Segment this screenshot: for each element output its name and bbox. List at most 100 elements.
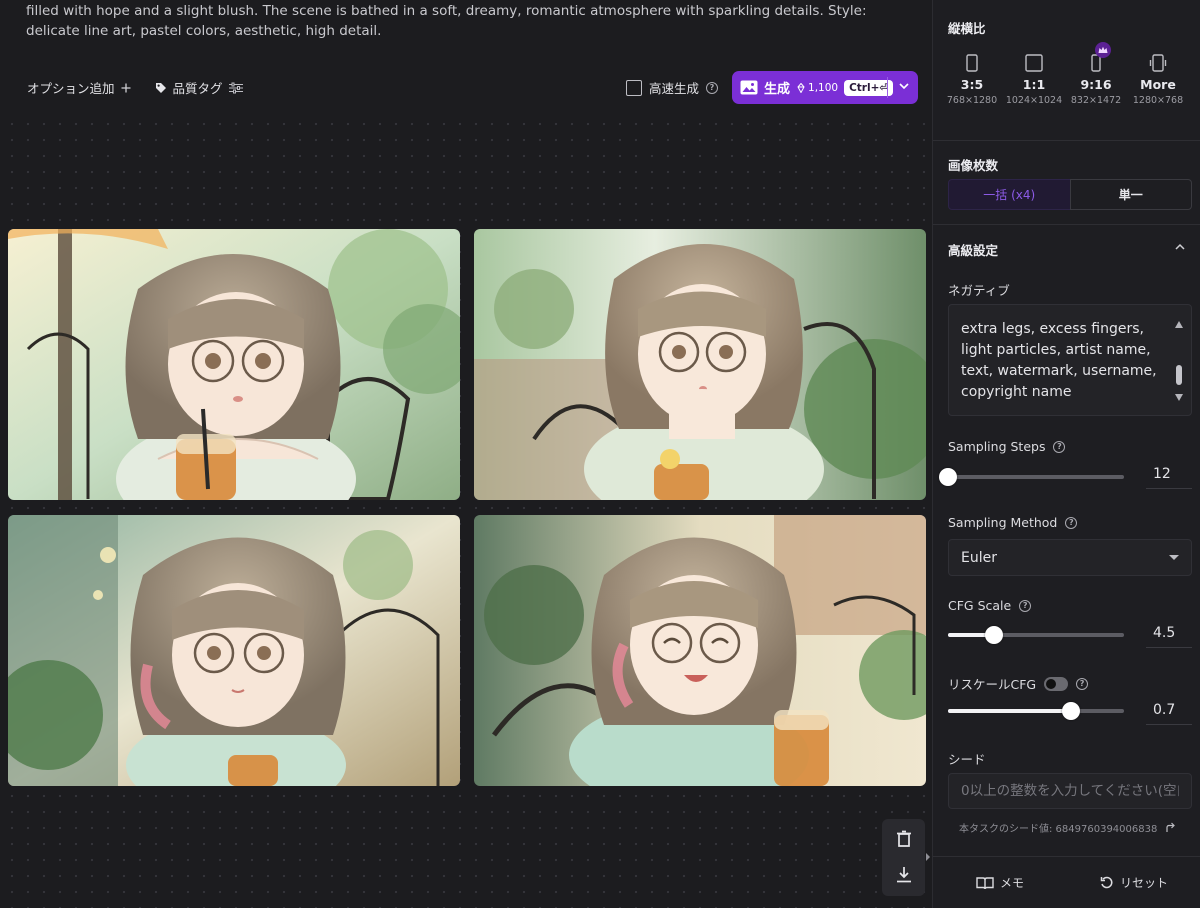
aspect-option-3-5[interactable]: 3:5 768×1280	[941, 52, 1003, 106]
sampling-method-value: Euler	[961, 549, 997, 566]
coin-icon	[797, 82, 805, 93]
memo-label: メモ	[999, 876, 1024, 890]
slider-knob[interactable]	[1062, 702, 1081, 720]
seed-input[interactable]	[948, 773, 1192, 809]
rescale-label: リスケールCFG ?	[948, 674, 1089, 693]
seed-note-text: 本タスクのシード値: 6849760394006838	[959, 824, 1158, 835]
help-icon[interactable]: ?	[1076, 677, 1089, 690]
cfg-label-text: CFG Scale	[948, 598, 1012, 613]
aspect-label: More	[1140, 77, 1176, 92]
chevron-up-icon[interactable]	[1174, 241, 1186, 253]
aspect-label: 3:5	[960, 77, 984, 92]
tag-icon	[155, 82, 166, 93]
image-icon	[740, 80, 758, 95]
aspect-option-1-1[interactable]: 1:1 1024×1024	[1003, 52, 1065, 106]
seed-label-text: シード	[948, 752, 986, 767]
memo-button[interactable]: メモ	[933, 857, 1067, 908]
seed-note: 本タスクのシード値: 6849760394006838	[959, 820, 1176, 835]
divider	[933, 140, 1200, 141]
quality-tag-label: 品質タグ	[172, 81, 223, 96]
negative-label-text: ネガティブ	[948, 283, 1010, 298]
negative-prompt-textarea[interactable]: extra legs, excess fingers, light partic…	[948, 304, 1192, 416]
cfg-label: CFG Scale ?	[948, 598, 1032, 613]
aspect-option-more[interactable]: More 1280×768	[1127, 52, 1189, 106]
slider-track	[948, 475, 1124, 479]
scroll-thumb[interactable]	[1176, 365, 1182, 385]
scroll-up-arrow-icon[interactable]	[1175, 321, 1183, 328]
generated-image-1[interactable]	[8, 229, 460, 500]
help-icon[interactable]: ?	[1053, 440, 1066, 453]
cfg-slider[interactable]	[948, 625, 1124, 645]
generate-button[interactable]: 生成 1,100 Ctrl+⏎	[732, 71, 918, 104]
method-label: Sampling Method ?	[948, 515, 1078, 530]
steps-label: Sampling Steps ?	[948, 439, 1066, 454]
sampling-method-select[interactable]: Euler	[948, 539, 1192, 576]
settings-panel: 縦横比 3:5 768×1280 1:1 1024×1024 9:16 832×…	[932, 0, 1200, 908]
generate-toolbar: 高速生成 ? 生成 1,100 Ctrl+⏎	[625, 71, 918, 104]
aspect-title: 縦横比	[948, 21, 986, 36]
main-workspace: filled with hope and a slight blush. The…	[0, 0, 932, 908]
add-option-label: オプション追加	[27, 81, 115, 96]
prompt-text[interactable]: filled with hope and a slight blush. The…	[26, 1, 916, 41]
steps-slider[interactable]	[939, 467, 1124, 487]
image-count-toggle: 一括 (x4) 単一	[948, 179, 1192, 210]
aspect-option-9-16[interactable]: 9:16 832×1472	[1065, 42, 1127, 106]
fast-gen-toggle[interactable]: 高速生成 ?	[625, 78, 718, 97]
steps-label-text: Sampling Steps	[948, 439, 1046, 454]
panel-footer: メモ リセット	[933, 856, 1200, 908]
fast-gen-label: 高速生成	[648, 81, 699, 96]
generate-label: 生成	[764, 82, 791, 97]
shortcut-badge: Ctrl+⏎	[844, 79, 894, 96]
negative-scrollbar[interactable]	[1175, 321, 1183, 401]
apply-seed-icon[interactable]	[1165, 822, 1176, 833]
advanced-title[interactable]: 高級設定	[948, 240, 998, 259]
help-icon[interactable]: ?	[706, 81, 718, 94]
seed-label: シード	[948, 749, 986, 768]
rescale-label-text: リスケールCFG	[948, 677, 1037, 692]
help-icon[interactable]: ?	[1065, 516, 1078, 529]
chevron-down-icon[interactable]	[898, 80, 910, 92]
help-icon[interactable]: ?	[1019, 599, 1032, 612]
steps-value[interactable]: 12	[1146, 463, 1192, 489]
slider-fill	[948, 709, 1072, 713]
divider	[933, 224, 1200, 225]
fast-gen-checkbox[interactable]	[625, 79, 642, 96]
aspect-size: 768×1280	[946, 95, 998, 106]
reset-button[interactable]: リセット	[1067, 857, 1200, 908]
batch-option[interactable]: 一括 (x4)	[948, 179, 1071, 210]
cfg-value[interactable]: 4.5	[1146, 622, 1192, 648]
image-grid	[8, 229, 926, 786]
trash-icon[interactable]	[894, 829, 914, 849]
rescale-toggle[interactable]	[1044, 676, 1069, 691]
portrait-ratio-icon	[966, 54, 978, 72]
caret-down-icon	[1169, 555, 1179, 560]
aspect-options: 3:5 768×1280 1:1 1024×1024 9:16 832×1472…	[941, 42, 1197, 106]
slider-knob[interactable]	[984, 626, 1003, 644]
image-count-title: 画像枚数	[948, 158, 999, 173]
aspect-size: 1024×1024	[1005, 95, 1063, 106]
generated-image-2[interactable]	[474, 229, 926, 500]
generated-image-4[interactable]	[474, 515, 926, 786]
rescale-value[interactable]: 0.7	[1146, 699, 1192, 725]
slider-knob[interactable]	[939, 468, 957, 486]
quality-tag-button[interactable]: 品質タグ	[155, 78, 243, 97]
scroll-down-arrow-icon[interactable]	[1175, 394, 1183, 401]
rescale-slider[interactable]	[948, 701, 1124, 721]
download-icon[interactable]	[894, 865, 914, 885]
collapse-panel-icon[interactable]	[925, 848, 932, 866]
generate-separator	[887, 77, 888, 98]
reset-icon	[1100, 876, 1113, 888]
aspect-label: 1:1	[1022, 77, 1046, 92]
generate-cost: 1,100	[796, 82, 838, 94]
aspect-label: 9:16	[1080, 77, 1112, 92]
prompt-toolbar: オプション追加 品質タグ	[27, 78, 243, 97]
toggle-knob	[1046, 678, 1057, 689]
sliders-icon	[228, 82, 243, 93]
negative-prompt-text: extra legs, excess fingers, light partic…	[961, 321, 1157, 400]
add-option-button[interactable]: オプション追加	[27, 78, 131, 97]
single-option[interactable]: 単一	[1069, 179, 1192, 210]
generated-image-3[interactable]	[8, 515, 460, 786]
generate-cost-value: 1,100	[808, 81, 839, 94]
negative-label: ネガティブ	[948, 280, 1010, 299]
method-label-text: Sampling Method	[948, 515, 1058, 530]
